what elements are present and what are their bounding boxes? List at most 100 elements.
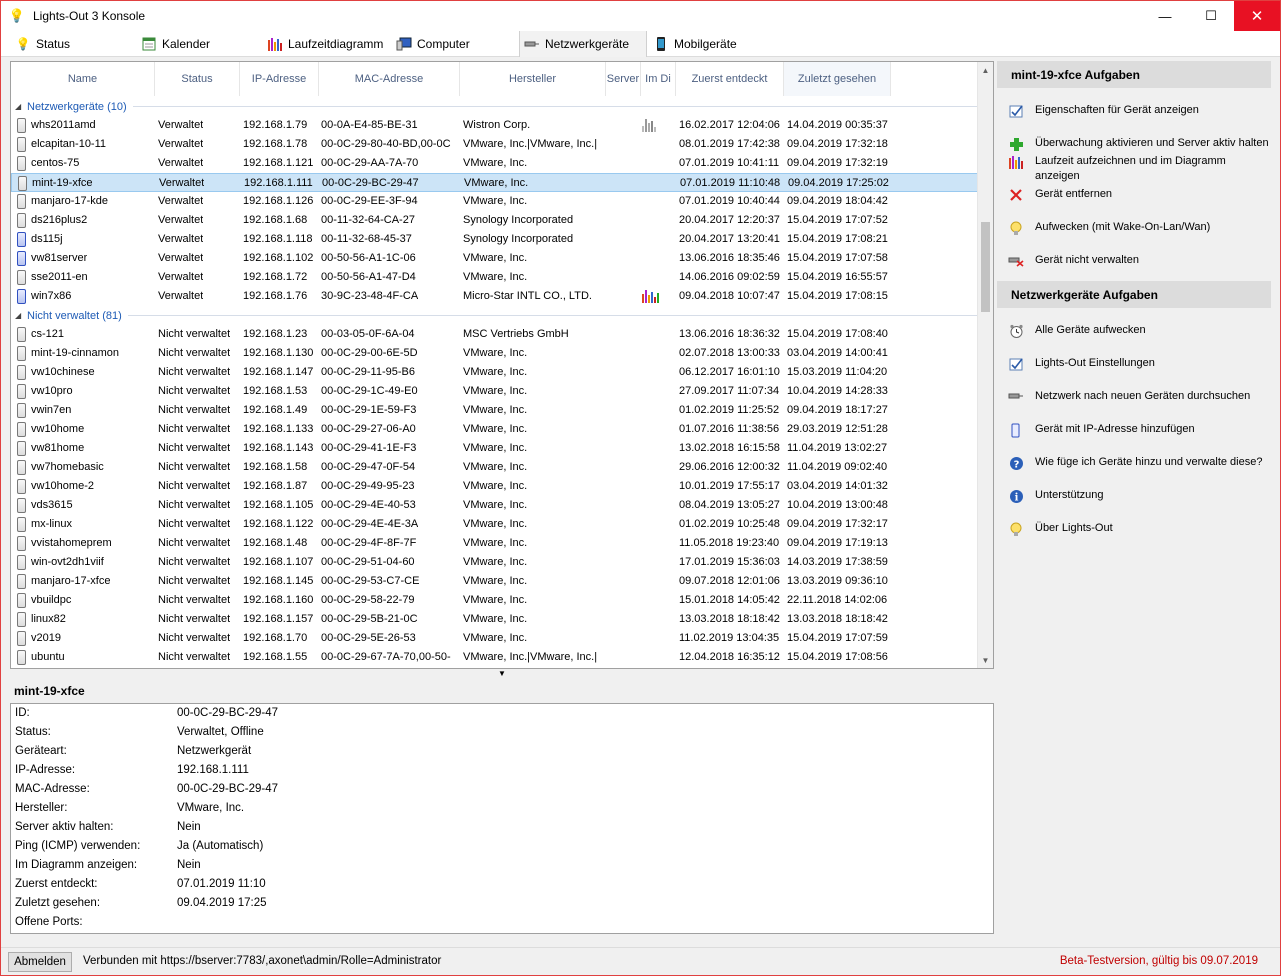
tab-status[interactable]: 💡 Status: [11, 31, 71, 57]
cell-last: 10.04.2019 13:00:48: [787, 499, 888, 511]
cell-vendor: VMware, Inc.: [463, 613, 528, 625]
cell-name: vw10pro: [31, 385, 73, 397]
cell-mac: 00-0C-29-5E-26-53: [321, 632, 416, 644]
table-row[interactable]: vw81home Nicht verwaltet 192.168.1.143 00-0…: [11, 439, 983, 458]
task-device-tasks-3[interactable]: Gerät entfernen: [997, 187, 1271, 202]
splitter-arrow-icon[interactable]: ▼: [498, 669, 506, 678]
column-header-vendor[interactable]: Hersteller: [460, 62, 606, 96]
tab-mobilgeraete[interactable]: Mobilgeräte: [649, 31, 737, 57]
detail-row: IP-Adresse: 192.168.1.111: [15, 761, 985, 780]
table-row[interactable]: vwin7en Nicht verwaltet 192.168.1.49 00-0C-…: [11, 401, 983, 420]
tab-netzwerkgeraete[interactable]: Netzwerkgeräte: [519, 31, 647, 57]
table-row[interactable]: mint-19-cinnamon Nicht verwaltet 192.168.1…: [11, 344, 983, 363]
table-row[interactable]: vw10chinese Nicht verwaltet 192.168.1.147 0…: [11, 363, 983, 382]
table-row[interactable]: v2019 Nicht verwaltet 192.168.1.70 00-0C-29…: [11, 629, 983, 648]
table-row[interactable]: vvistahomeprem Nicht verwaltet 192.168.1.4…: [11, 534, 983, 553]
table-row[interactable]: cs-121 Nicht verwaltet 192.168.1.23 00-03-0…: [11, 325, 983, 344]
tab-kalender[interactable]: Kalender: [137, 31, 210, 57]
table-row[interactable]: vbuildpc Nicht verwaltet 192.168.1.160 00-0…: [11, 591, 983, 610]
list-scrollbar[interactable]: ▲ ▼: [977, 62, 993, 668]
cell-vendor: VMware, Inc.: [463, 423, 528, 435]
table-row[interactable]: centos-75 Verwaltet 192.168.1.121 00-0C-29-…: [11, 154, 983, 173]
cell-status: Nicht verwaltet: [158, 537, 231, 549]
collapse-icon[interactable]: ◢: [15, 311, 25, 320]
table-row[interactable]: vw10pro Nicht verwaltet 192.168.1.53 00-0C-…: [11, 382, 983, 401]
cell-mac: 00-0C-29-4F-8F-7F: [321, 537, 417, 549]
plus-icon: [1008, 136, 1024, 152]
cell-last: 15.04.2019 17:08:21: [787, 233, 888, 245]
bar-chart-icon: [1008, 154, 1024, 170]
detail-key: IP-Adresse:: [15, 764, 76, 776]
task-network-tasks-4[interactable]: ? Wie füge ich Geräte hinzu und verwalte …: [997, 455, 1271, 470]
cell-ip: 192.168.1.53: [243, 385, 308, 397]
tab-laufzeitdiagramm[interactable]: Laufzeitdiagramm: [263, 31, 383, 57]
group-header[interactable]: ◢ Nicht verwaltet (81): [11, 306, 983, 325]
table-row[interactable]: manjaro-17-xfce Nicht verwaltet 192.168.1.…: [11, 572, 983, 591]
table-row[interactable]: vw7homebasic Nicht verwaltet 192.168.1.58 0…: [11, 458, 983, 477]
column-header-mac[interactable]: MAC-Adresse: [319, 62, 460, 96]
column-header-in-chart[interactable]: Im Di: [641, 62, 676, 96]
cell-mac: 00-0C-29-AA-7A-70: [321, 157, 419, 169]
cell-name: ubuntu: [31, 651, 65, 663]
task-device-tasks-5[interactable]: Gerät nicht verwalten: [997, 253, 1271, 268]
table-row[interactable]: sse2011-en Verwaltet 192.168.1.72 00-50-56-…: [11, 268, 983, 287]
logout-button[interactable]: Abmelden: [8, 952, 72, 972]
cell-first: 27.09.2017 11:07:34: [679, 385, 780, 397]
table-row[interactable]: mx-linux Nicht verwaltet 192.168.1.122 00-0…: [11, 515, 983, 534]
column-header-last-seen[interactable]: Zuletzt gesehen: [784, 62, 891, 96]
scroll-up-icon[interactable]: ▲: [978, 62, 993, 78]
column-header-server[interactable]: Server: [606, 62, 641, 96]
task-label: Wie füge ich Geräte hinzu und verwalte d…: [1035, 456, 1263, 468]
task-device-tasks-2[interactable]: Laufzeit aufzeichnen und im Diagramm anz…: [997, 154, 1271, 184]
task-device-tasks-1[interactable]: Überwachung aktivieren und Server aktiv …: [997, 136, 1271, 151]
cell-status: Nicht verwaltet: [158, 518, 231, 530]
scroll-down-icon[interactable]: ▼: [978, 652, 993, 668]
task-device-tasks-4[interactable]: Aufwecken (mit Wake-On-Lan/Wan): [997, 220, 1271, 235]
scroll-thumb[interactable]: [981, 222, 990, 312]
task-network-tasks-3[interactable]: Gerät mit IP-Adresse hinzufügen: [997, 422, 1271, 437]
table-row[interactable]: linux82 Nicht verwaltet 192.168.1.157 00-0C…: [11, 610, 983, 629]
table-row[interactable]: win-ovt2dh1viif Nicht verwaltet 192.168.1.…: [11, 553, 983, 572]
task-label: Gerät mit IP-Adresse hinzufügen: [1035, 423, 1195, 435]
column-header-first-seen[interactable]: Zuerst entdeckt: [676, 62, 784, 96]
collapse-icon[interactable]: ◢: [15, 102, 25, 111]
cell-first: 11.02.2019 13:04:35: [679, 632, 780, 644]
table-row[interactable]: ubuntu Nicht verwaltet 192.168.1.55 00-0C-2…: [11, 648, 983, 667]
table-row[interactable]: vw81server Verwaltet 192.168.1.102 00-50-56…: [11, 249, 983, 268]
table-row[interactable]: win7x86 Verwaltet 192.168.1.76 30-9C-23-48-…: [11, 287, 983, 306]
task-network-tasks-0[interactable]: Alle Geräte aufwecken: [997, 323, 1271, 338]
tab-computer[interactable]: Computer: [392, 31, 470, 57]
table-row[interactable]: whs2011amd Verwaltet 192.168.1.79 00-0A-E4-…: [11, 116, 983, 135]
table-row[interactable]: vds3615 Nicht verwaltet 192.168.1.105 00-0C…: [11, 496, 983, 515]
task-label: Netzwerk nach neuen Geräten durchsuchen: [1035, 390, 1251, 402]
table-row[interactable]: ds115j Verwaltet 192.168.1.118 00-11-32-68-…: [11, 230, 983, 249]
cell-last: 14.03.2019 17:38:59: [787, 556, 888, 568]
cell-vendor: VMware, Inc.: [463, 366, 528, 378]
cell-last: 15.04.2019 17:08:40: [787, 328, 888, 340]
table-row[interactable]: ds216plus2 Verwaltet 192.168.1.68 00-11-32-…: [11, 211, 983, 230]
task-network-tasks-5[interactable]: i Unterstützung: [997, 488, 1271, 503]
maximize-button[interactable]: ☐: [1188, 1, 1234, 31]
cell-last: 09.04.2019 17:32:18: [787, 138, 888, 150]
table-row[interactable]: vw10home Nicht verwaltet 192.168.1.133 00-0…: [11, 420, 983, 439]
task-network-tasks-6[interactable]: Über Lights-Out: [997, 521, 1271, 536]
detail-title: mint-19-xfce: [14, 684, 85, 698]
close-button[interactable]: ✕: [1234, 1, 1280, 31]
minimize-button[interactable]: —: [1142, 1, 1188, 31]
column-header-name[interactable]: Name: [11, 62, 155, 96]
cell-name: v2019: [31, 632, 61, 644]
task-network-tasks-1[interactable]: Lights-Out Einstellungen: [997, 356, 1271, 371]
network-scan-icon: [1008, 389, 1024, 405]
column-header-ip[interactable]: IP-Adresse: [240, 62, 319, 96]
column-header-status[interactable]: Status: [155, 62, 240, 96]
task-network-tasks-2[interactable]: Netzwerk nach neuen Geräten durchsuchen: [997, 389, 1271, 404]
cell-vendor: VMware, Inc.|VMware, Inc.|: [463, 651, 598, 663]
group-header[interactable]: ◢ Netzwerkgeräte (10): [11, 97, 983, 116]
task-device-tasks-0[interactable]: Eigenschaften für Gerät anzeigen: [997, 103, 1271, 118]
table-row[interactable]: vw10home-2 Nicht verwaltet 192.168.1.87 00-…: [11, 477, 983, 496]
cell-mac: 00-50-56-A1-1C-06: [321, 252, 416, 264]
cell-ip: 192.168.1.157: [243, 613, 314, 625]
table-row[interactable]: manjaro-17-kde Verwaltet 192.168.1.126 00-0…: [11, 192, 983, 211]
table-row[interactable]: elcapitan-10-11 Verwaltet 192.168.1.78 00-0…: [11, 135, 983, 154]
table-row[interactable]: mint-19-xfce Verwaltet 192.168.1.111 00-0C-…: [11, 173, 983, 192]
